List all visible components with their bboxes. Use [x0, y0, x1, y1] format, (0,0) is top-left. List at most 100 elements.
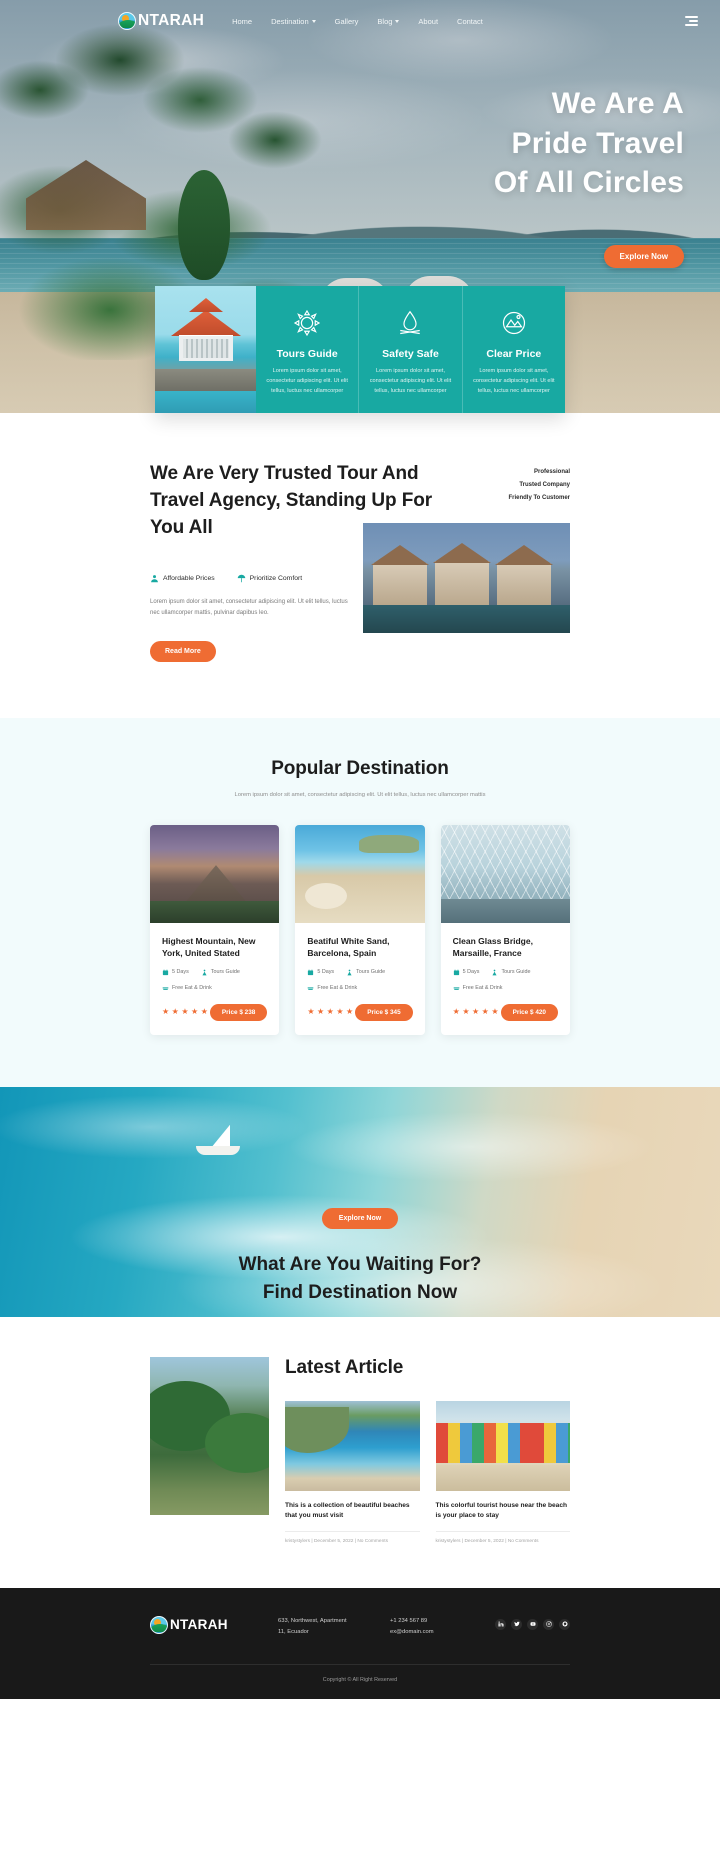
destination-card-meta: 5 Days Tours Guide: [307, 969, 412, 976]
star-icon: ★: [317, 1007, 325, 1017]
feature-description: Lorem ipsum dolor sit amet, consectetur …: [473, 368, 555, 394]
cta-content: Explore Now What Are You Waiting For? Fi…: [0, 1207, 720, 1308]
rating-stars: ★ ★ ★ ★ ★: [453, 1008, 499, 1016]
footer-email[interactable]: ex@domain.com: [390, 1627, 490, 1638]
about-badge: Professional: [533, 469, 570, 475]
pinterest-icon[interactable]: [559, 1618, 570, 1630]
meta-label: Tours Guide: [356, 969, 386, 976]
nav-item-blog[interactable]: Blog: [377, 17, 400, 26]
nav-item-about[interactable]: About: [418, 17, 438, 26]
article-card[interactable]: This colorful tourist house near the bea…: [435, 1400, 570, 1544]
destination-card-body: Highest Mountain, New York, United State…: [150, 923, 279, 1035]
hamburger-bar: [689, 20, 698, 22]
brand-name: NTARAH: [138, 12, 205, 30]
star-icon: ★: [171, 1007, 179, 1017]
meta-duration: 5 Days: [162, 969, 189, 976]
foreground-grass: [363, 605, 570, 633]
feature-description: Lorem ipsum dolor sit amet, consectetur …: [369, 368, 452, 394]
feature-title: Safety Safe: [382, 348, 439, 360]
meta-label: 5 Days: [317, 969, 335, 976]
twitter-icon[interactable]: [511, 1618, 522, 1630]
linkedin-icon[interactable]: [495, 1618, 506, 1630]
destination-card[interactable]: Highest Mountain, New York, United State…: [150, 825, 280, 1035]
house-shape: [373, 563, 427, 605]
meta-label: 5 Days: [172, 969, 189, 976]
meta-duration: 5 Days: [453, 969, 479, 976]
destination-card-body: Beatiful White Sand, Barcelona, Spain 5 …: [295, 923, 424, 1035]
about-pill-prioritize-comfort: Prioritize Comfort: [237, 574, 302, 583]
destination-card-footer: ★ ★ ★ ★ ★ Price $ 238: [162, 1003, 268, 1021]
about-paragraph: Lorem ipsum dolor sit amet, consectetur …: [150, 598, 348, 616]
price-button[interactable]: Price $ 420: [500, 1003, 558, 1021]
chevron-down-icon: [311, 19, 316, 23]
meta-guide: Tours Guide: [346, 969, 385, 976]
hero-title-line-1: We Are A: [551, 87, 684, 120]
star-icon: ★: [346, 1007, 354, 1017]
star-icon: ★: [181, 1007, 189, 1017]
footer-address-line-2: 11, Ecuador: [278, 1628, 309, 1635]
destination-card-body: Clean Glass Bridge, Marsaille, France 5 …: [441, 923, 570, 1035]
brand-logo-group[interactable]: NTARAH: [118, 12, 204, 30]
feature-card-safety-safe[interactable]: Safety Safe Lorem ipsum dolor sit amet, …: [359, 286, 463, 413]
hamburger-icon[interactable]: [685, 16, 698, 26]
latest-article-section: Latest Article This is a collection of b…: [0, 1316, 720, 1588]
price-button[interactable]: Price $ 238: [209, 1003, 268, 1021]
star-icon: ★: [336, 1007, 344, 1017]
about-badges: Professional Trusted Company Friendly To…: [508, 469, 570, 508]
star-icon: ★: [491, 1007, 499, 1017]
star-icon: ★: [472, 1007, 480, 1017]
star-icon: ★: [307, 1007, 315, 1017]
nav-item-gallery[interactable]: Gallery: [335, 17, 359, 26]
about-section: We Are Very Trusted Tour And Travel Agen…: [0, 413, 720, 719]
footer-brand[interactable]: NTARAH: [150, 1615, 278, 1634]
article-cards: This is a collection of beautiful beache…: [285, 1400, 570, 1544]
food-drink-icon: [162, 985, 169, 992]
destination-card-meta-2: Free Eat & Drink: [453, 985, 558, 992]
cta-title-line-2: Find Destination Now: [262, 1282, 458, 1304]
cta-title-line-1: What Are You Waiting For?: [238, 1253, 482, 1275]
destination-card-title: Beatiful White Sand, Barcelona, Spain: [307, 936, 390, 959]
feature-card-clear-price[interactable]: Clear Price Lorem ipsum dolor sit amet, …: [462, 286, 565, 413]
guide-person-icon: [491, 969, 498, 976]
sun-icon: [292, 308, 322, 338]
article-card-image: [435, 1400, 570, 1491]
destination-card[interactable]: Clean Glass Bridge, Marsaille, France 5 …: [440, 825, 570, 1035]
hero-explore-now-button[interactable]: Explore Now: [603, 244, 684, 268]
gazebo-roof: [171, 310, 241, 336]
star-icon: ★: [481, 1007, 489, 1017]
youtube-icon[interactable]: [527, 1618, 538, 1630]
nav-item-label: Contact: [457, 16, 483, 26]
gazebo-water: [155, 391, 256, 413]
price-button[interactable]: Price $ 345: [355, 1003, 413, 1021]
nav-item-home[interactable]: Home: [232, 17, 252, 26]
star-icon: ★: [452, 1007, 460, 1017]
destination-card[interactable]: Beatiful White Sand, Barcelona, Spain 5 …: [295, 825, 425, 1035]
read-more-button[interactable]: Read More: [150, 641, 216, 663]
house-shape: [435, 561, 489, 607]
footer-contact: +1 234 567 89 ex@domain.com: [390, 1616, 490, 1638]
article-card-image: [285, 1400, 420, 1491]
destination-card-title: Highest Mountain, New York, United State…: [162, 936, 256, 959]
nav-item-destination[interactable]: Destination: [271, 17, 316, 26]
boat-sail: [212, 1124, 230, 1147]
meta-label: Tours Guide: [210, 969, 240, 976]
nav-item-contact[interactable]: Contact: [457, 17, 483, 26]
about-pill-label: Affordable Prices: [163, 574, 215, 582]
destination-card-meta: 5 Days Tours Guide: [453, 969, 558, 976]
hero-content: We Are A Pride Travel Of All Circles Exp…: [344, 84, 684, 268]
meta-perk: Free Eat & Drink: [162, 985, 212, 992]
article-hero-image: [150, 1356, 269, 1515]
footer-address: 633, Northwest, Apartment 11, Ecuador: [278, 1616, 390, 1638]
feature-description: Lorem ipsum dolor sit amet, consectetur …: [266, 368, 348, 394]
meta-label: Free Eat & Drink: [172, 985, 212, 992]
footer-phone[interactable]: +1 234 567 89: [390, 1616, 490, 1627]
article-card[interactable]: This is a collection of beautiful beache…: [285, 1400, 420, 1544]
instagram-icon[interactable]: [543, 1618, 554, 1630]
destination-card-meta: 5 Days Tours Guide: [162, 969, 267, 976]
campfire-icon: [395, 308, 425, 338]
popular-destination-subtitle: Lorem ipsum dolor sit amet, consectetur …: [234, 792, 486, 799]
star-icon: ★: [191, 1007, 199, 1017]
footer-inner: NTARAH 633, Northwest, Apartment 11, Ecu…: [150, 1615, 570, 1638]
feature-card-tours-guide[interactable]: Tours Guide Lorem ipsum dolor sit amet, …: [256, 286, 360, 413]
cta-explore-now-button[interactable]: Explore Now: [321, 1207, 399, 1229]
